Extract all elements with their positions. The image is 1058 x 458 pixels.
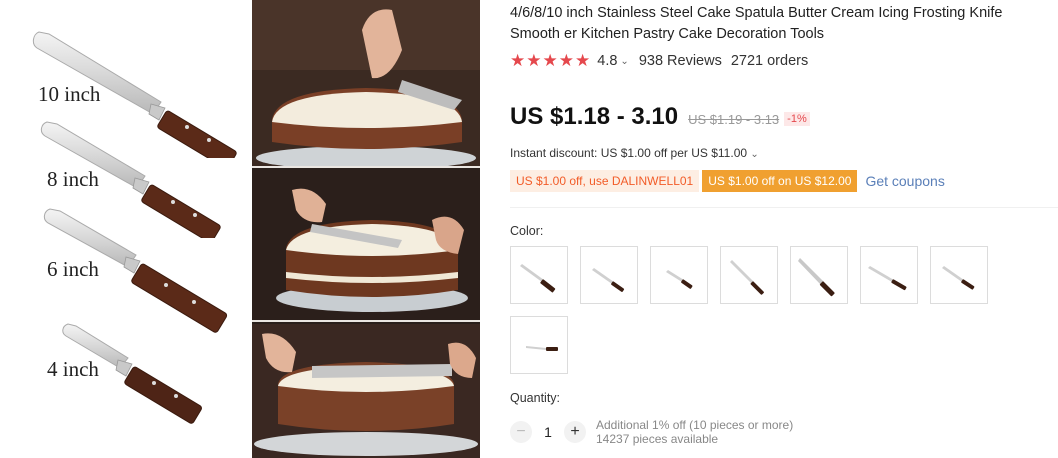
current-price: US $1.18 - 3.10 bbox=[510, 103, 679, 130]
price-row: US $1.18 - 3.10 US $1.19 - 3.13 -1% bbox=[510, 103, 810, 131]
star-icon: ★ bbox=[526, 51, 542, 70]
bulk-discount-note: Additional 1% off (10 pieces or more) bbox=[596, 418, 794, 432]
product-main-image[interactable]: 10 inch 8 inch 6 inch 4 inch bbox=[0, 0, 252, 458]
star-icon: ★ bbox=[575, 51, 591, 70]
quantity-stepper: − 1 + Additional 1% off (10 pieces or mo… bbox=[510, 418, 793, 446]
instant-discount-text: Instant discount: US $1.00 off per US $1… bbox=[510, 146, 748, 160]
quantity-input[interactable]: 1 bbox=[532, 424, 564, 440]
color-swatch-8[interactable] bbox=[510, 316, 568, 374]
rating-row: ★★★★★ 4.8 ⌄ 938 Reviews 2721 orders bbox=[510, 51, 808, 71]
increment-button[interactable]: + bbox=[564, 421, 586, 443]
cake-photo-middle bbox=[252, 170, 480, 322]
color-swatch-4[interactable] bbox=[720, 246, 778, 304]
color-swatch-2[interactable] bbox=[580, 246, 638, 304]
cake-photo-bottom bbox=[252, 324, 480, 458]
color-swatch-6[interactable] bbox=[860, 246, 918, 304]
color-swatch-3[interactable] bbox=[650, 246, 708, 304]
product-title: 4/6/8/10 inch Stainless Steel Cake Spatu… bbox=[510, 5, 1003, 42]
store-coupon-code[interactable]: US $1.00 off, use DALINWELL01 bbox=[510, 170, 700, 192]
cake-frosting-photos bbox=[252, 0, 480, 458]
color-swatch-7[interactable] bbox=[930, 246, 988, 304]
color-label: Color: bbox=[510, 224, 544, 238]
rating-value[interactable]: 4.8 bbox=[597, 53, 617, 69]
decrement-button[interactable]: − bbox=[510, 421, 532, 443]
spatula-6-inch bbox=[43, 208, 228, 333]
reviews-link[interactable]: 938 Reviews bbox=[639, 53, 722, 69]
star-icon: ★ bbox=[510, 51, 526, 70]
store-coupon[interactable]: US $1.00 off on US $12.00 bbox=[702, 170, 858, 192]
star-icon: ★ bbox=[542, 51, 558, 70]
coupon-row: US $1.00 off, use DALINWELL01 US $1.00 o… bbox=[510, 170, 945, 192]
discount-badge: -1% bbox=[784, 112, 810, 126]
spatula-4-inch bbox=[62, 323, 202, 424]
pieces-available: 14237 pieces available bbox=[596, 432, 719, 446]
color-swatch-1[interactable] bbox=[510, 246, 568, 304]
color-swatch-5[interactable] bbox=[790, 246, 848, 304]
chevron-down-icon[interactable]: ⌄ bbox=[620, 56, 628, 67]
product-info-panel: 4/6/8/10 inch Stainless Steel Cake Spatu… bbox=[510, 0, 1058, 458]
get-coupons-link[interactable]: Get coupons bbox=[865, 173, 944, 189]
quantity-info: Additional 1% off (10 pieces or more) 14… bbox=[596, 418, 793, 446]
divider bbox=[510, 207, 1058, 208]
star-icon: ★ bbox=[558, 51, 574, 70]
original-price: US $1.19 - 3.13 bbox=[688, 112, 780, 127]
cake-photo-top bbox=[252, 0, 480, 168]
orders-count: 2721 orders bbox=[730, 53, 809, 69]
star-rating: ★★★★★ bbox=[510, 52, 591, 70]
quantity-label: Quantity: bbox=[510, 391, 561, 405]
instant-discount[interactable]: Instant discount: US $1.00 off per US $1… bbox=[510, 146, 759, 160]
chevron-down-icon[interactable]: ⌄ bbox=[750, 149, 758, 160]
